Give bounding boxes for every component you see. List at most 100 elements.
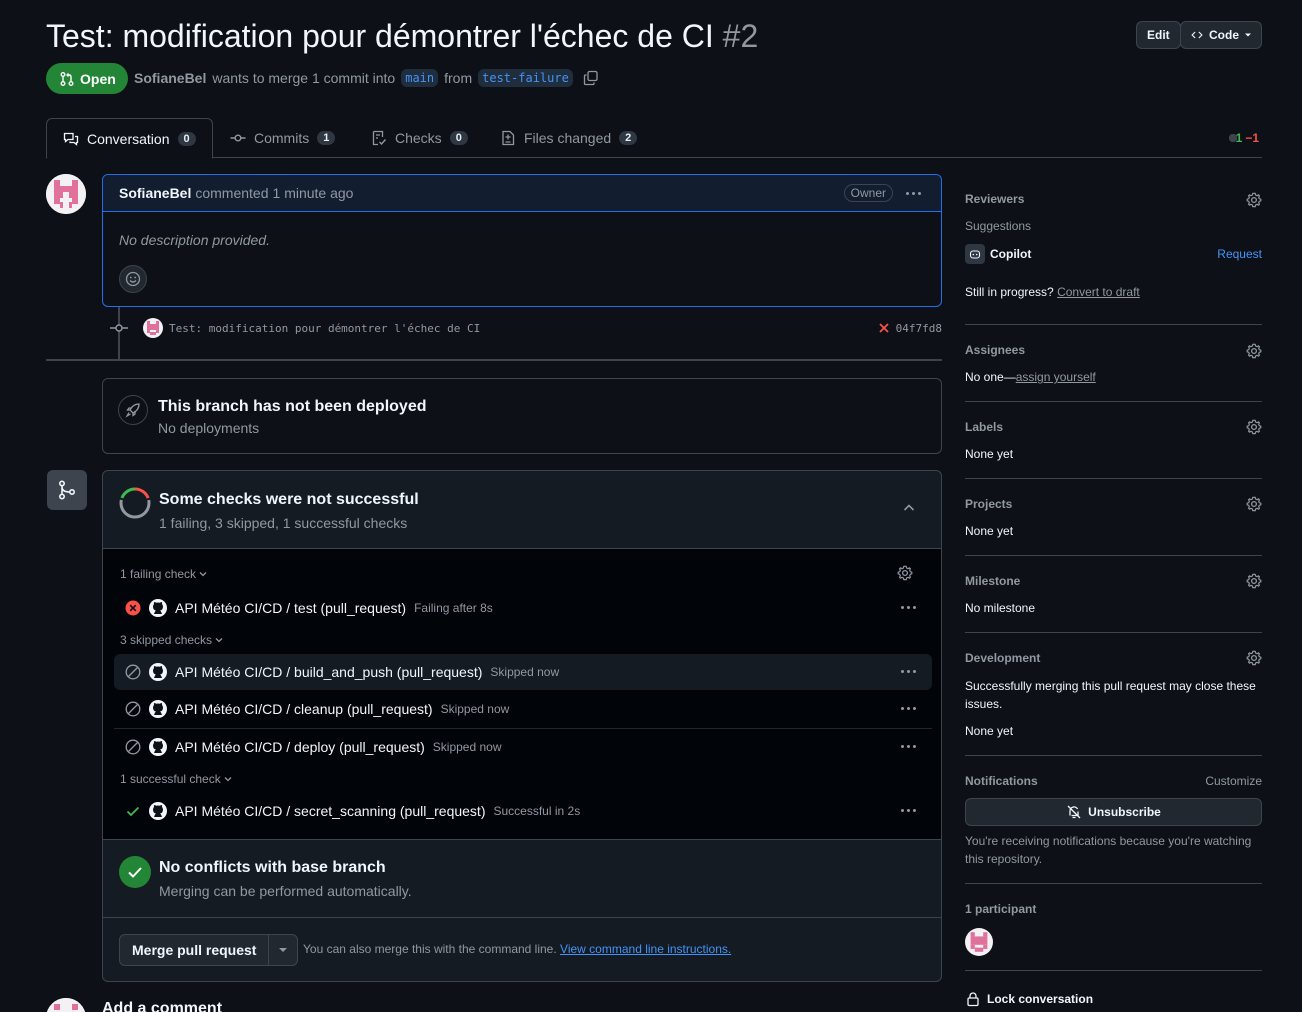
github-logo-icon [149, 599, 167, 617]
gear-icon[interactable] [1246, 650, 1262, 666]
check-row-failing[interactable]: API Météo CI/CD / test (pull_request) Fa… [114, 590, 932, 626]
sidebar-projects: Projects None yet [965, 496, 1262, 547]
deploy-subtitle: No deployments [158, 420, 260, 436]
checks-header[interactable]: Some checks were not successful 1 failin… [103, 471, 941, 549]
pr-author-link[interactable]: SofianeBel [134, 70, 206, 86]
avatar[interactable] [965, 928, 993, 956]
tab-files-changed[interactable]: Files changed 2 [484, 118, 653, 158]
labels-title[interactable]: Labels [965, 420, 1262, 434]
milestone-title[interactable]: Milestone [965, 574, 1262, 588]
caret-down-icon [1245, 33, 1251, 37]
reviewers-title[interactable]: Reviewers [965, 192, 1262, 206]
kebab-horizontal-icon[interactable] [901, 670, 916, 673]
avatar[interactable] [46, 174, 86, 214]
tab-commits[interactable]: Commits 1 [214, 118, 351, 158]
merge-method-dropdown[interactable] [269, 935, 297, 965]
commit-message[interactable]: Test: modification pour démontrer l'éche… [169, 322, 480, 335]
from-text: from [444, 70, 473, 86]
check-row-skipped[interactable]: API Météo CI/CD / build_and_push (pull_r… [114, 654, 932, 690]
tab-files-changed-label: Files changed [524, 130, 612, 146]
assign-yourself-link[interactable]: assign yourself [1016, 370, 1096, 384]
assignees-title[interactable]: Assignees [965, 343, 1262, 357]
base-branch[interactable]: main [401, 69, 439, 87]
gear-icon[interactable] [1246, 192, 1262, 208]
skip-icon [125, 701, 141, 717]
merge-pull-request-button[interactable]: Merge pull request [120, 935, 270, 965]
projects-value: None yet [965, 524, 1014, 538]
assignees-none: No one— [965, 370, 1016, 384]
timeline-separator [46, 359, 942, 361]
comment-action: commented [195, 185, 269, 201]
pr-title: Test: modification pour démontrer l'éche… [46, 18, 758, 55]
comment-body: No description provided. [119, 232, 270, 248]
check-status: Failing after 8s [414, 601, 493, 615]
head-branch[interactable]: test-failure [478, 69, 573, 87]
merge-pull-request-button-group: Merge pull request [119, 934, 299, 966]
edit-button[interactable]: Edit [1136, 21, 1181, 49]
unsubscribe-button[interactable]: Unsubscribe [965, 798, 1262, 826]
rocket-icon [118, 395, 148, 425]
sidebar-divider [965, 401, 1262, 402]
tab-commits-count: 1 [317, 131, 336, 145]
skipped-checks-toggle[interactable]: 3 skipped checks [120, 633, 223, 647]
gear-icon[interactable] [1246, 573, 1262, 589]
tab-commits-label: Commits [254, 130, 310, 146]
check-status: Skipped now [490, 665, 560, 679]
check-row-skipped[interactable]: API Météo CI/CD / cleanup (pull_request)… [114, 691, 932, 727]
command-line-instructions-link[interactable]: View command line instructions. [560, 942, 731, 956]
avatar[interactable] [143, 318, 163, 338]
github-logo-icon [149, 802, 167, 820]
merge-hint-text: You can also merge this with the command… [303, 942, 557, 956]
comment-time[interactable]: 1 minute ago [273, 185, 354, 201]
gear-icon[interactable] [897, 565, 913, 581]
sidebar-divider [965, 555, 1262, 556]
comment-header: SofianeBel commented 1 minute ago Owner [103, 175, 941, 212]
labels-value: None yet [965, 447, 1014, 461]
participants-title: 1 participant [965, 902, 1037, 916]
customize-notifications-link[interactable]: Customize [1205, 774, 1262, 788]
code-button[interactable]: Code [1180, 21, 1262, 49]
check-icon [126, 806, 140, 817]
tab-conversation-label: Conversation [87, 130, 170, 147]
development-title[interactable]: Development [965, 651, 1262, 665]
kebab-horizontal-icon[interactable] [901, 809, 916, 812]
gear-icon[interactable] [1246, 419, 1262, 435]
tab-checks[interactable]: Checks 0 [355, 118, 484, 158]
x-icon[interactable] [878, 322, 890, 334]
lock-conversation[interactable]: Lock conversation [965, 989, 1262, 1009]
avatar[interactable] [46, 998, 86, 1012]
pr-state-label: Open [80, 70, 116, 87]
projects-title[interactable]: Projects [965, 497, 1262, 511]
gear-icon[interactable] [1246, 343, 1262, 359]
owner-badge: Owner [843, 184, 893, 202]
no-conflicts-title: No conflicts with base branch [159, 859, 386, 876]
add-reaction-button[interactable] [119, 265, 147, 293]
kebab-horizontal-icon[interactable] [901, 745, 916, 748]
sidebar-development: Development Successfully merging this pu… [965, 650, 1262, 745]
check-row-skipped[interactable]: API Météo CI/CD / deploy (pull_request) … [114, 728, 932, 764]
merge-hint: You can also merge this with the command… [303, 942, 731, 956]
merge-box: Some checks were not successful 1 failin… [102, 470, 942, 982]
tab-conversation[interactable]: Conversation 0 [46, 118, 213, 159]
request-review-button[interactable]: Request [1217, 247, 1262, 261]
convert-to-draft-link[interactable]: Convert to draft [1057, 285, 1140, 299]
file-diff-icon [502, 130, 515, 146]
gear-icon[interactable] [1246, 496, 1262, 512]
lock-icon [967, 992, 979, 1007]
pr-title-text: Test: modification pour démontrer l'éche… [46, 18, 714, 54]
sidebar-divider [965, 632, 1262, 633]
copy-icon[interactable] [583, 70, 599, 86]
assignees-value: No one—assign yourself [965, 370, 1096, 384]
caret-down-icon [279, 948, 288, 952]
chevron-up-icon[interactable] [902, 501, 916, 515]
check-row-successful[interactable]: API Météo CI/CD / secret_scanning (pull_… [114, 793, 932, 829]
kebab-horizontal-icon[interactable] [906, 192, 921, 195]
commit-sha[interactable]: 04f7fd8 [896, 322, 942, 335]
successful-checks-toggle[interactable]: 1 successful check [120, 772, 232, 786]
kebab-horizontal-icon[interactable] [901, 707, 916, 710]
comment-author[interactable]: SofianeBel [119, 185, 191, 201]
copilot-label: Copilot [990, 247, 1032, 261]
failing-checks-toggle[interactable]: 1 failing check [120, 567, 207, 581]
kebab-horizontal-icon[interactable] [901, 606, 916, 609]
check-name: API Météo CI/CD / test (pull_request) [175, 600, 407, 616]
